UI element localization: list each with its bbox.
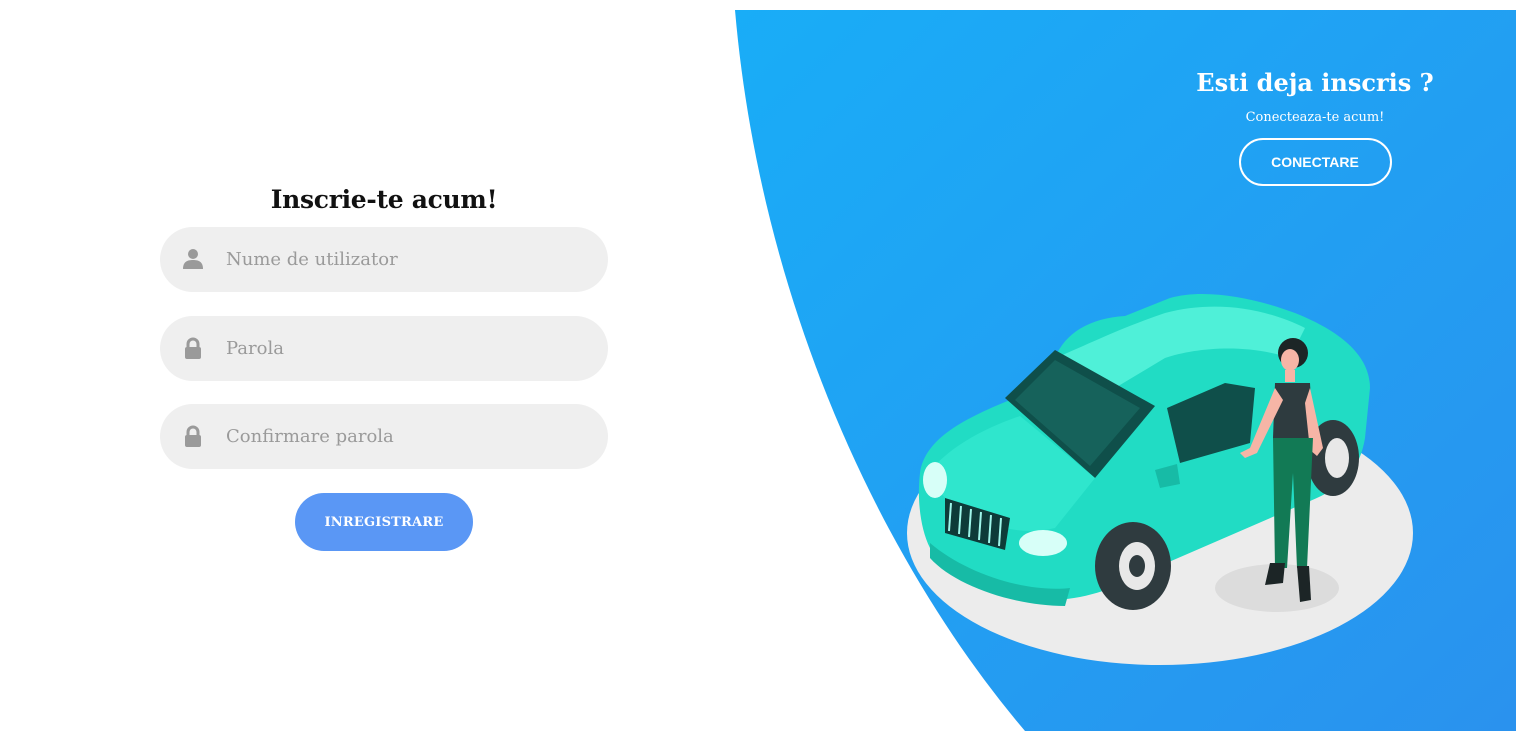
login-prompt: Esti deja inscris ? Conecteaza-te acum! … xyxy=(1190,66,1440,186)
lock-icon xyxy=(182,425,204,447)
confirm-password-field[interactable] xyxy=(160,404,608,469)
password-field[interactable] xyxy=(160,316,608,381)
login-panel-subtitle: Conecteaza-te acum! xyxy=(1245,110,1385,125)
username-field[interactable] xyxy=(160,227,608,292)
login-panel-title: Esti deja inscris ? xyxy=(1196,68,1434,97)
car-illustration xyxy=(905,288,1415,673)
password-input[interactable] xyxy=(226,316,586,381)
username-input[interactable] xyxy=(226,227,586,292)
confirm-password-input[interactable] xyxy=(226,404,586,469)
signup-form: Inscrie-te acum! INREGISTRARE xyxy=(160,180,608,551)
connect-button[interactable]: CONECTARE xyxy=(1238,138,1392,186)
signup-title: Inscrie-te acum! xyxy=(270,185,498,214)
register-button[interactable]: INREGISTRARE xyxy=(295,493,473,551)
user-icon xyxy=(182,248,204,270)
lock-icon xyxy=(182,337,204,359)
